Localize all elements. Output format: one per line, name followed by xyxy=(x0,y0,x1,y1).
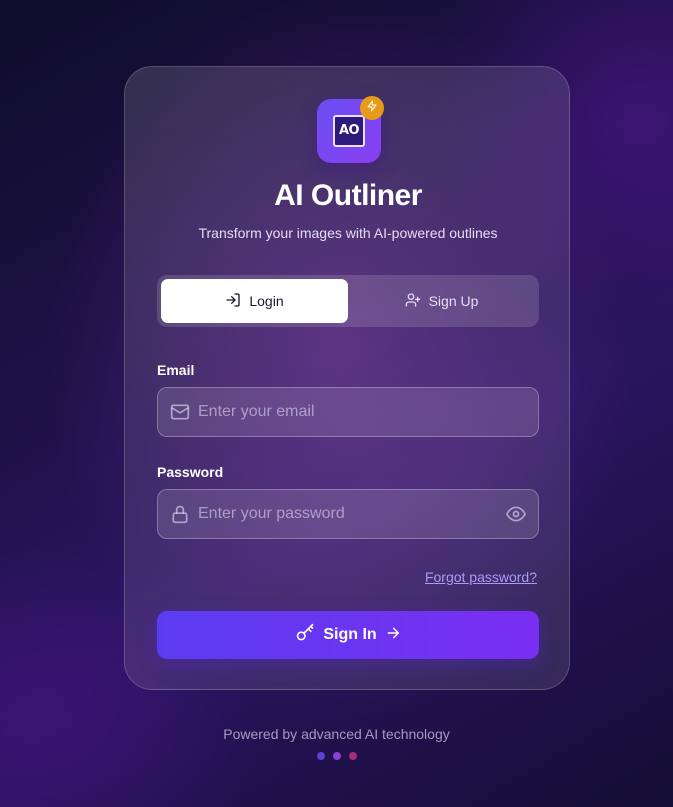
email-field-wrapper xyxy=(157,387,539,437)
loading-dots xyxy=(0,752,673,760)
footer-text: Powered by advanced AI technology xyxy=(223,726,450,742)
tab-signup[interactable]: Sign Up xyxy=(348,279,535,323)
dot-1 xyxy=(316,752,325,760)
lock-icon xyxy=(170,504,190,524)
login-icon xyxy=(225,292,241,311)
key-icon xyxy=(295,623,315,648)
eye-icon[interactable] xyxy=(506,504,526,524)
arrow-right-icon xyxy=(385,625,401,646)
dot-2 xyxy=(332,752,341,760)
lightning-badge xyxy=(360,96,384,120)
email-label: Email xyxy=(157,362,195,378)
logo-mark: AO xyxy=(333,115,365,147)
user-plus-icon xyxy=(405,292,421,311)
lightning-icon xyxy=(366,99,378,117)
sign-in-label: Sign In xyxy=(323,626,377,643)
mail-icon xyxy=(170,402,190,422)
password-field-wrapper xyxy=(157,489,539,539)
email-field[interactable] xyxy=(198,388,498,436)
tab-signup-label: Sign Up xyxy=(428,293,479,309)
tab-login[interactable]: Login xyxy=(161,279,348,323)
tab-login-label: Login xyxy=(249,293,284,309)
app-title: AI Outliner xyxy=(274,179,422,212)
sign-in-button[interactable]: Sign In xyxy=(157,611,539,659)
auth-tabs: Login Sign Up xyxy=(157,275,539,327)
password-label: Password xyxy=(157,464,224,480)
app-subtitle: Transform your images with AI-powered ou… xyxy=(198,225,498,241)
dot-3 xyxy=(348,752,357,760)
login-card: AO AI Outliner Transform your images wit… xyxy=(124,66,570,690)
forgot-password-link[interactable]: Forgot password? xyxy=(425,569,537,585)
password-field[interactable] xyxy=(198,490,498,538)
